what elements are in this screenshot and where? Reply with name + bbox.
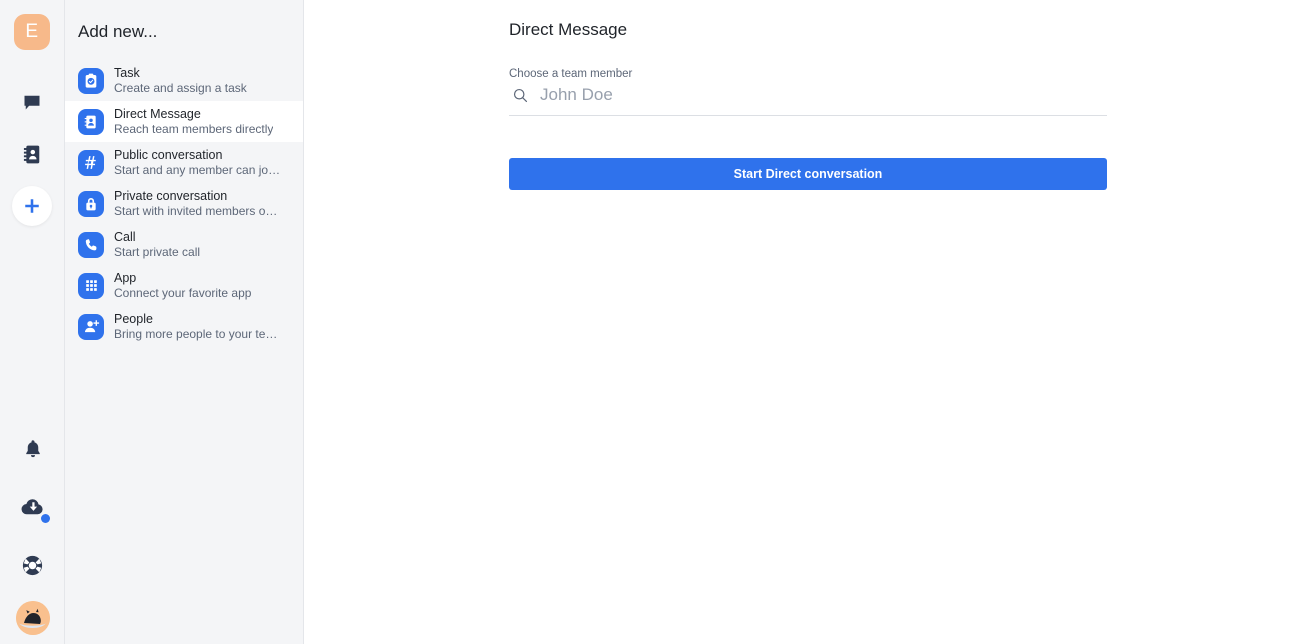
- grid-apps-icon: [78, 272, 104, 299]
- team-member-search-row[interactable]: [509, 84, 1107, 116]
- add-new-panel: Add new... Task Create and assign a task: [65, 0, 308, 644]
- list-item-title: Private conversation: [114, 188, 228, 203]
- list-item-title: App: [114, 270, 137, 285]
- lock-icon: [78, 190, 104, 217]
- main-content: Direct Message Choose a team member Star…: [304, 0, 1300, 644]
- list-item-direct-message[interactable]: Direct Message Reach team members direct…: [65, 101, 308, 142]
- panel-title: Add new...: [78, 22, 158, 41]
- start-direct-conversation-button[interactable]: Start Direct conversation: [509, 158, 1107, 190]
- list-item-public-conversation[interactable]: Public conversation Start and any member…: [65, 142, 303, 183]
- list-item-subtitle: Start and any member can jo…: [114, 162, 281, 177]
- list-item-people[interactable]: People Bring more people to your te…: [65, 306, 303, 347]
- list-item-title: Call: [114, 229, 136, 244]
- list-item-app[interactable]: App Connect your favorite app: [65, 265, 303, 306]
- list-item-text: Call Start private call: [114, 230, 200, 260]
- phone-icon: [78, 231, 104, 258]
- team-member-field-label: Choose a team member: [509, 68, 633, 80]
- list-item-title: Task: [114, 65, 140, 80]
- workspace-logo-letter: E: [25, 21, 39, 42]
- list-item-text: People Bring more people to your te…: [114, 312, 277, 342]
- list-item-text: Private conversation Start with invited …: [114, 189, 277, 219]
- contact-card-icon: [78, 108, 104, 135]
- list-item-subtitle: Reach team members directly: [114, 121, 274, 136]
- add-new-list: Task Create and assign a task Direct Mes…: [65, 60, 308, 347]
- list-item-text: Public conversation Start and any member…: [114, 148, 280, 178]
- list-item-subtitle: Start with invited members o…: [114, 203, 278, 218]
- add-new-button[interactable]: [12, 186, 52, 226]
- list-item-text: Direct Message Reach team members direct…: [114, 107, 273, 137]
- clipboard-check-icon: [78, 67, 104, 94]
- list-item-subtitle: Start private call: [114, 244, 201, 259]
- search-icon: [509, 84, 531, 106]
- team-member-search-input[interactable]: [540, 85, 1080, 105]
- rail-top-group: E: [12, 0, 52, 226]
- person-add-icon: [78, 313, 104, 340]
- add-icon: [25, 199, 39, 213]
- chat-icon[interactable]: [12, 82, 52, 122]
- list-item-title: Direct Message: [114, 106, 201, 121]
- list-item-title: Public conversation: [114, 147, 223, 162]
- list-item-private-conversation[interactable]: Private conversation Start with invited …: [65, 183, 303, 224]
- hash-icon: [78, 149, 104, 176]
- bell-icon[interactable]: [13, 429, 53, 469]
- list-item-text: App Connect your favorite app: [114, 271, 251, 301]
- list-item-subtitle: Bring more people to your te…: [114, 326, 278, 341]
- cloud-download-icon[interactable]: [13, 487, 53, 527]
- list-item-subtitle: Create and assign a task: [114, 80, 247, 95]
- list-item-text: Task Create and assign a task: [114, 66, 247, 96]
- contacts-icon[interactable]: [12, 134, 52, 174]
- list-item-task[interactable]: Task Create and assign a task: [65, 60, 303, 101]
- download-badge-dot: [40, 514, 50, 523]
- rail-bottom-group: [0, 429, 65, 644]
- workspace-logo[interactable]: E: [14, 14, 50, 50]
- app-window: E Add new... Task Create and assign a ta…: [0, 0, 1300, 644]
- direct-message-form: Direct Message Choose a team member Star…: [509, 20, 1107, 190]
- lifebuoy-icon[interactable]: [13, 545, 53, 585]
- page-title: Direct Message: [509, 20, 628, 39]
- icon-rail: E: [0, 0, 65, 644]
- list-item-subtitle: Connect your favorite app: [114, 285, 252, 300]
- avatar[interactable]: [15, 601, 50, 635]
- list-item-call[interactable]: Call Start private call: [65, 224, 303, 265]
- list-item-title: People: [114, 311, 153, 326]
